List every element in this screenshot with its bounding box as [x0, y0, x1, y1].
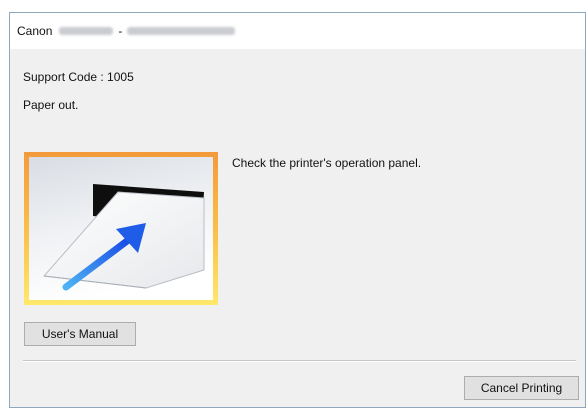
redacted-printer-name [127, 27, 236, 35]
support-code: Support Code : 1005 [23, 70, 134, 84]
instruction-text: Check the printer's operation panel. [232, 156, 422, 170]
status-message: Paper out. [23, 98, 79, 112]
divider [23, 360, 576, 362]
window-title-separator: - [118, 24, 123, 38]
printer-error-dialog: Canon - Support Code : 1005 Paper out. C… [9, 12, 586, 408]
cancel-printing-button[interactable]: Cancel Printing [464, 376, 579, 400]
redacted-model-name [59, 27, 114, 35]
title-bar: Canon - [10, 13, 585, 49]
users-manual-button[interactable]: User's Manual [24, 322, 136, 346]
paper-feed-icon [24, 152, 218, 305]
dialog-body: Support Code : 1005 Paper out. Check the… [10, 49, 585, 407]
window-title-brand: Canon [17, 24, 53, 38]
